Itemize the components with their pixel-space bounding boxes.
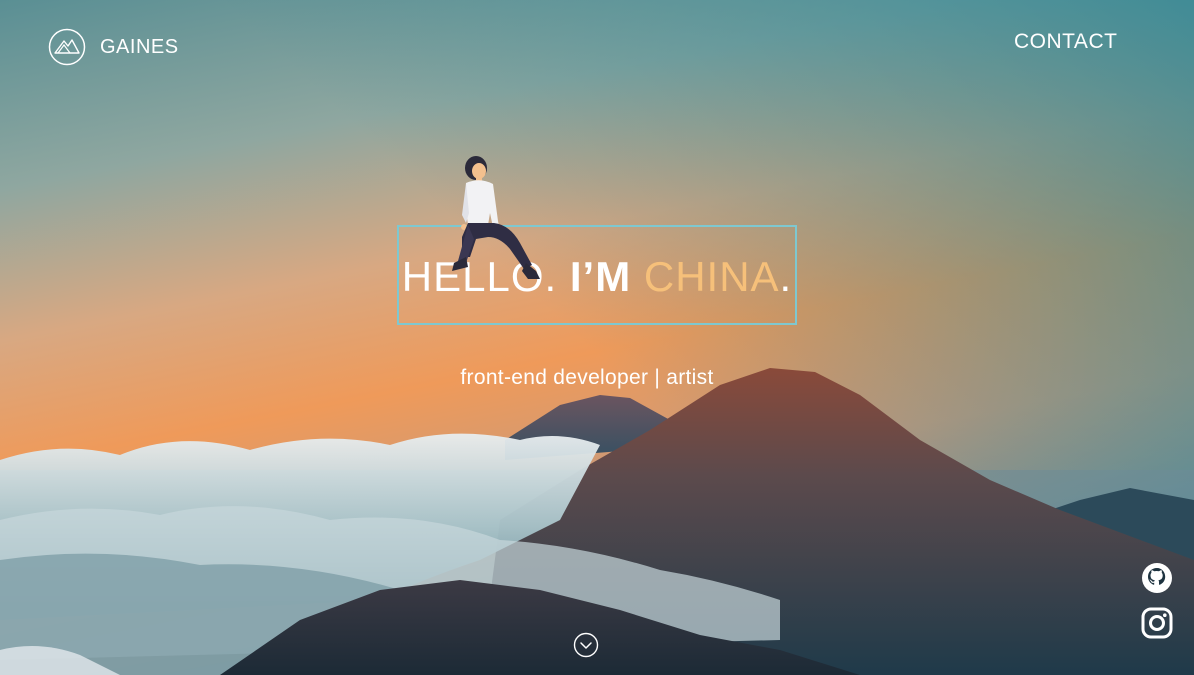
hero-period: .: [779, 253, 793, 300]
hero-im: I’M: [569, 253, 632, 300]
brand-logo[interactable]: GAINES: [48, 28, 179, 66]
sitting-girl-illustration: [452, 156, 540, 279]
instagram-icon[interactable]: [1141, 607, 1173, 639]
mountain-logo-icon: [48, 28, 86, 66]
brand-name: GAINES: [100, 35, 179, 58]
github-icon[interactable]: [1141, 562, 1173, 594]
hero-subtitle: front-end developer | artist: [460, 366, 714, 389]
chevron-down-icon[interactable]: [573, 632, 599, 658]
hero-background-image: [0, 0, 1194, 675]
contact-link[interactable]: CONTACT: [1014, 30, 1117, 54]
hero-name: CHINA: [643, 253, 780, 300]
